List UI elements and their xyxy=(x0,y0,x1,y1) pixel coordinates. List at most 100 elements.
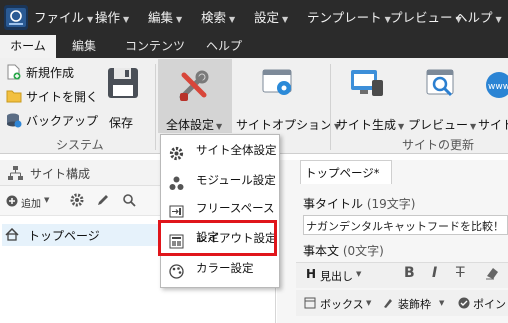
box-label: ボックス xyxy=(320,298,364,311)
gear-icon xyxy=(70,193,84,207)
new-site-button[interactable]: 新規作成 xyxy=(6,63,96,81)
system-group-label: システム xyxy=(56,138,104,152)
global-settings-button[interactable]: 全体設定 ▼ xyxy=(158,59,232,133)
box-button[interactable]: ボックス ▼ xyxy=(304,294,374,312)
edit-pencil-button[interactable] xyxy=(96,193,112,209)
menu-item-free-space-settings[interactable]: フリースペース設定 xyxy=(161,194,279,244)
search-icon xyxy=(123,194,136,207)
save-label: 保存 xyxy=(109,116,134,130)
menu-help[interactable]: ヘルプ ▼ xyxy=(455,0,502,35)
paint-icon xyxy=(384,299,392,308)
menu-item-module-settings[interactable]: モジュール設定 xyxy=(161,166,279,195)
site-options-button[interactable]: サイトオプション ▼ xyxy=(234,62,340,132)
tree-item-label: トップページ xyxy=(28,229,100,243)
folder-icon xyxy=(6,89,22,106)
new-site-label: 新規作成 xyxy=(26,66,75,80)
open-site-label: サイトを開く xyxy=(26,90,99,104)
menu-item-site-settings[interactable]: サイト全体設定 xyxy=(161,136,279,165)
article-title-input[interactable]: ナガンデンタルキャットフードを比較！ xyxy=(303,215,508,235)
text-color-button[interactable] xyxy=(484,265,502,283)
menu-item-label: サイト全体設定 xyxy=(196,143,277,157)
svg-text:www: www xyxy=(488,82,508,92)
backup-button[interactable]: バックアップ xyxy=(6,111,99,131)
document-tab-label: トップページ* xyxy=(305,166,380,180)
heading-button[interactable]: H 見出し ▼ xyxy=(298,266,368,284)
settings-gear-button[interactable] xyxy=(70,193,86,209)
site-options-label: サイトオプション ▼ xyxy=(236,118,341,132)
ribbon-separator xyxy=(155,64,156,150)
chevron-down-icon: ▼ xyxy=(366,299,372,307)
strikethrough-icon: T xyxy=(456,265,465,281)
box-icon xyxy=(304,297,316,309)
tab-edit[interactable]: 編集 xyxy=(62,35,106,58)
palette-icon xyxy=(169,261,184,279)
update-group-label: サイトの更新 xyxy=(402,138,475,152)
app-logo-icon xyxy=(4,5,28,30)
preview-icon xyxy=(426,68,458,101)
pencil-icon xyxy=(98,195,108,205)
point-label: ポイント xyxy=(473,298,508,311)
italic-icon: I xyxy=(432,265,438,281)
site-tree-icon xyxy=(8,166,23,183)
search-button[interactable] xyxy=(122,193,138,209)
site-generate-label: サイト生成 ▼ xyxy=(336,118,405,132)
menu-operation[interactable]: 操作 ▼ xyxy=(95,0,129,35)
chevron-down-icon: ▼ xyxy=(44,196,50,204)
decor-frame-label: 装飾枠 xyxy=(398,298,431,311)
save-button[interactable]: 保存 xyxy=(100,64,146,132)
site-generate-button[interactable]: サイト生成 ▼ xyxy=(334,62,404,132)
chevron-down-icon: ▼ xyxy=(439,299,445,307)
site-generate-icon xyxy=(350,68,384,101)
open-site-button[interactable]: サイトを開く xyxy=(6,87,99,106)
chevron-down-icon: ▼ xyxy=(356,270,362,278)
menu-file[interactable]: ファイル ▼ xyxy=(34,0,93,35)
new-file-icon xyxy=(6,64,21,83)
menu-template[interactable]: テンプレート ▼ xyxy=(307,0,391,35)
preview-button[interactable]: プレビュー ▼ xyxy=(408,62,480,132)
menu-settings[interactable]: 設定 ▼ xyxy=(254,0,288,35)
menu-search[interactable]: 検索 ▼ xyxy=(201,0,235,35)
site-options-icon xyxy=(262,68,294,101)
home-icon xyxy=(5,227,19,244)
bold-button[interactable]: B xyxy=(404,265,420,283)
heading-label: 見出し xyxy=(320,270,353,283)
strikethrough-button[interactable]: T xyxy=(456,265,472,283)
add-label: 追加 xyxy=(21,199,41,210)
ribbon-separator xyxy=(330,64,331,150)
backup-label: バックアップ xyxy=(26,114,99,128)
site-structure-title: サイト構成 xyxy=(30,167,91,181)
global-settings-label: 全体設定 ▼ xyxy=(166,118,223,132)
add-page-button[interactable]: 追加 ▼ xyxy=(6,193,60,211)
menu-item-label: カラー設定 xyxy=(196,261,254,275)
save-icon xyxy=(106,66,140,103)
menu-item-label: モジュール設定 xyxy=(196,173,276,187)
backup-icon xyxy=(6,112,22,131)
highlight-annotation xyxy=(158,220,277,256)
title-field-label: 事タイトル (19文字) xyxy=(303,197,416,211)
document-tab[interactable]: トップページ* xyxy=(300,160,392,184)
italic-button[interactable]: I xyxy=(432,265,448,283)
body-field-label: 事本文 (0文字) xyxy=(303,244,384,258)
add-circle-icon xyxy=(6,195,18,210)
point-button[interactable]: ポイント xyxy=(458,294,508,312)
heading-h-icon: H xyxy=(306,267,317,281)
gear-icon xyxy=(169,143,184,161)
modules-icon xyxy=(169,173,184,190)
check-circle-icon xyxy=(458,297,470,309)
menu-preview[interactable]: プレビュー ▼ xyxy=(390,0,462,35)
tools-icon xyxy=(176,69,210,106)
bold-icon: B xyxy=(404,265,415,281)
tab-contents[interactable]: コンテンツ xyxy=(120,35,190,58)
site-transfer-button[interactable]: www サイト xyxy=(478,62,508,132)
menu-edit[interactable]: 編集 ▼ xyxy=(148,0,182,35)
decor-frame-button[interactable]: 装飾枠 ▼ xyxy=(382,294,452,312)
article-title-value: ナガンデンタルキャットフードを比較！ xyxy=(306,220,504,233)
site-transfer-label: サイト xyxy=(478,118,508,132)
tab-help[interactable]: ヘルプ xyxy=(200,35,248,58)
free-space-icon xyxy=(169,201,184,218)
preview-label: プレビュー ▼ xyxy=(408,118,477,132)
www-globe-icon: www xyxy=(484,70,508,103)
menu-item-color-settings[interactable]: カラー設定 xyxy=(161,254,279,283)
tab-home[interactable]: ホーム xyxy=(0,35,56,58)
eraser-icon xyxy=(486,268,498,280)
